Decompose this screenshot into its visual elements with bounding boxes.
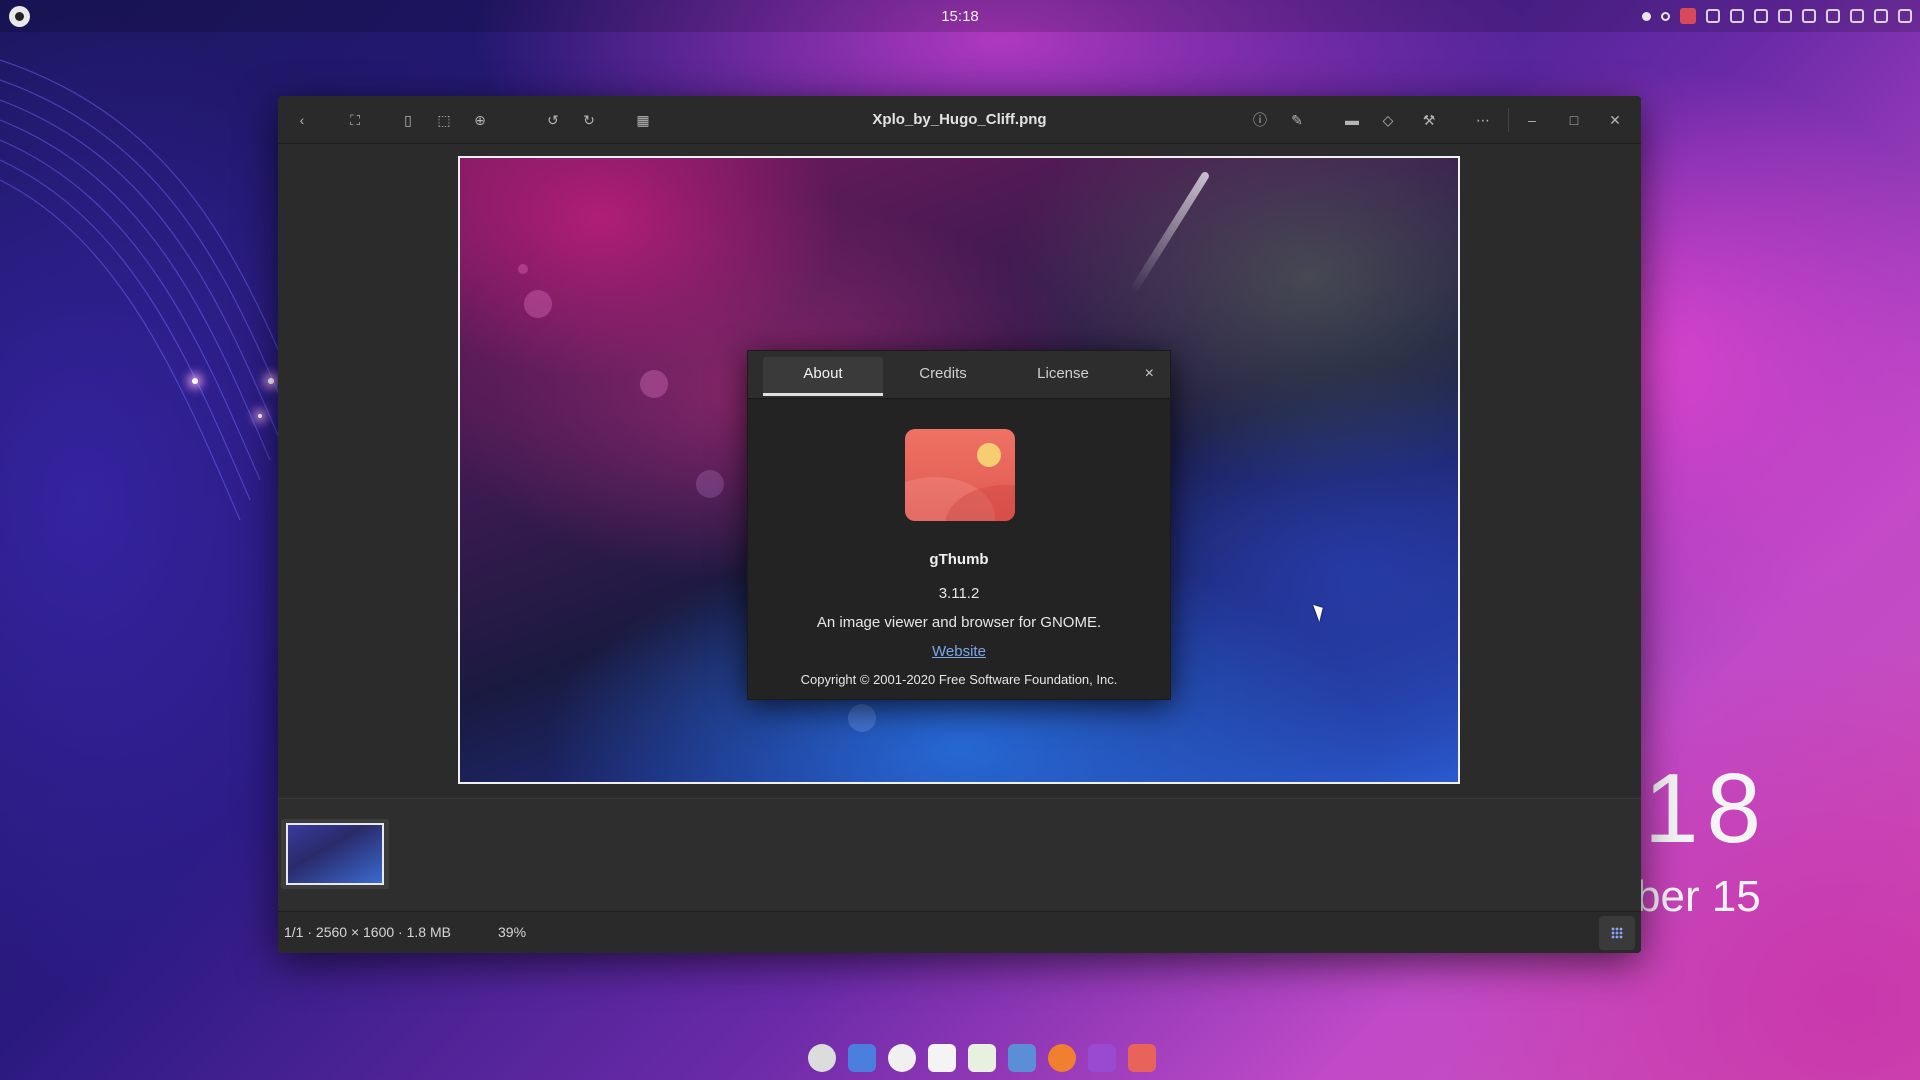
back-icon[interactable]: ‹ — [293, 111, 311, 129]
zoom-in-icon[interactable]: ⊕ — [471, 111, 489, 129]
mail-icon[interactable] — [848, 1044, 876, 1072]
workspace-dot-icon[interactable] — [1661, 11, 1670, 21]
system-icon[interactable] — [808, 1044, 836, 1072]
image-orb — [518, 264, 528, 274]
podcast-icon[interactable] — [1088, 1044, 1116, 1072]
wallpaper-star — [258, 414, 262, 418]
app-indicator-icon[interactable] — [1680, 8, 1696, 24]
comment-icon[interactable]: ▬ — [1343, 111, 1361, 129]
wifi-icon[interactable] — [1778, 9, 1792, 23]
panel-clock[interactable]: 15:18 — [0, 8, 1920, 25]
maximize-icon[interactable]: □ — [1565, 111, 1583, 129]
notification-bell-icon[interactable] — [1754, 9, 1768, 23]
zoom-level[interactable]: 39% — [498, 924, 526, 940]
image-orb — [848, 704, 876, 732]
battery-icon[interactable] — [1802, 9, 1816, 23]
edit-icon[interactable]: ✎ — [1288, 111, 1306, 129]
folder-tray-icon[interactable] — [1730, 9, 1744, 23]
spreadsheet-icon[interactable] — [968, 1044, 996, 1072]
gthumb-logo-icon — [905, 429, 1015, 521]
thumbnail-item[interactable] — [286, 823, 384, 885]
website-link[interactable]: Website — [748, 643, 1170, 660]
desktop-clock: 18 — [1644, 753, 1770, 863]
workspace-dot-icon[interactable] — [1642, 11, 1651, 21]
power-icon[interactable] — [1874, 9, 1888, 23]
wallpaper-star — [268, 378, 274, 384]
status-bar: 1/1 · 2560 × 1600 · 1.8 MB 39% — [278, 911, 1641, 953]
dock — [808, 1044, 1156, 1072]
thumbnail-strip — [278, 798, 1641, 910]
fit-width-icon[interactable]: ⬚ — [435, 111, 453, 129]
volume-icon[interactable] — [1826, 9, 1840, 23]
dialog-close-icon[interactable]: × — [1145, 365, 1154, 383]
music-icon[interactable] — [888, 1044, 916, 1072]
image-orb — [696, 470, 724, 498]
image-info: 1/1 · 2560 × 1600 · 1.8 MB — [284, 924, 451, 940]
close-icon[interactable]: ✕ — [1606, 111, 1624, 129]
active-tab-indicator — [763, 393, 883, 396]
header-bar: ‹ ⛶ ▯ ⬚ ⊕ ↺ ↻ ▦ Xplo_by_Hugo_Cliff.png ⓘ… — [278, 96, 1641, 144]
tag-icon[interactable]: ◇ — [1379, 111, 1397, 129]
tools-icon[interactable]: ⚒ — [1420, 111, 1438, 129]
transparency-icon[interactable]: ▦ — [634, 111, 652, 129]
folder-icon[interactable] — [1008, 1044, 1036, 1072]
tab-credits[interactable]: Credits — [888, 365, 998, 382]
wallpaper-swirl — [0, 59, 300, 521]
about-tabs: About Credits License × — [748, 351, 1170, 399]
wallpaper-star — [192, 378, 198, 384]
about-dialog: About Credits License × gThumb 3.11.2 An… — [747, 350, 1171, 700]
image-orb — [524, 290, 552, 318]
tab-about[interactable]: About — [768, 365, 878, 382]
copyright-text: Copyright © 2001-2020 Free Software Foun… — [800, 672, 1118, 687]
gthumb-icon[interactable] — [1128, 1044, 1156, 1072]
app-description: An image viewer and browser for GNOME. — [816, 614, 1102, 631]
tab-license[interactable]: License — [1008, 365, 1118, 382]
minimize-icon[interactable]: – — [1523, 111, 1541, 129]
desktop-date: ber 15 — [1636, 872, 1761, 921]
more-icon[interactable]: ⋯ — [1474, 111, 1492, 129]
fit-page-icon[interactable]: ▯ — [399, 111, 417, 129]
rotate-right-icon[interactable]: ↻ — [580, 111, 598, 129]
top-panel: 15:18 — [0, 0, 1920, 32]
menu-icon[interactable] — [1706, 9, 1720, 23]
bluetooth-icon[interactable] — [1850, 9, 1864, 23]
screen-icon[interactable] — [1898, 9, 1912, 23]
document-icon[interactable] — [928, 1044, 956, 1072]
browser-grid-button[interactable] — [1599, 916, 1635, 950]
system-tray — [1642, 8, 1912, 24]
rotate-left-icon[interactable]: ↺ — [544, 111, 562, 129]
app-version: 3.11.2 — [938, 585, 980, 602]
image-orb — [640, 370, 668, 398]
image-light-streak — [1129, 170, 1211, 294]
fullscreen-icon[interactable]: ⛶ — [346, 111, 364, 129]
info-icon[interactable]: ⓘ — [1251, 111, 1269, 129]
firefox-icon[interactable] — [1048, 1044, 1076, 1072]
header-separator — [1508, 108, 1509, 132]
app-name: gThumb — [929, 551, 989, 568]
